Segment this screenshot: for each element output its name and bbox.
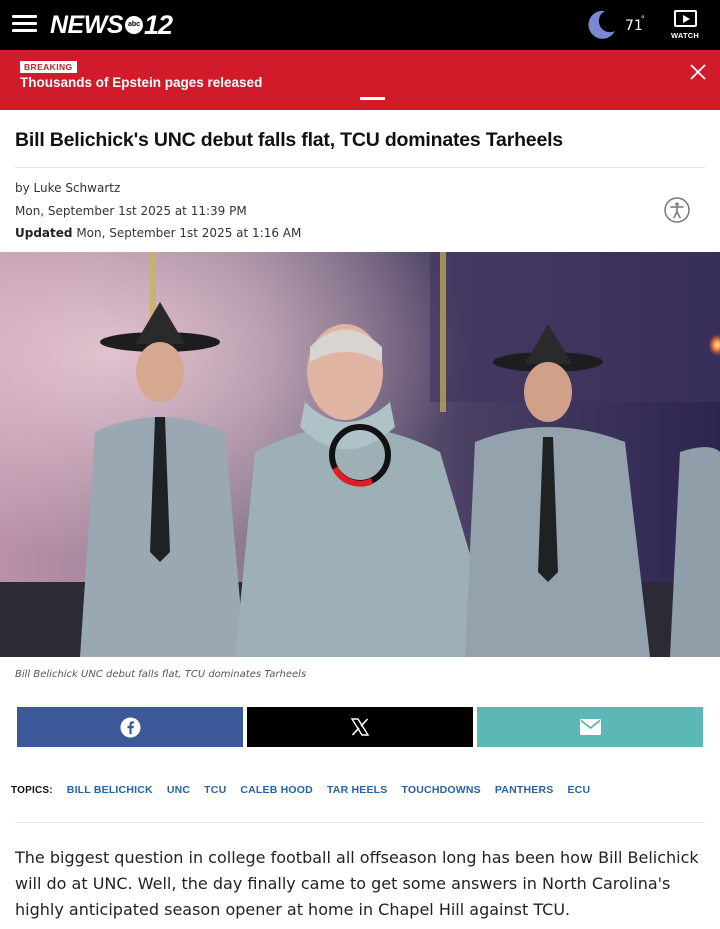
topic-link[interactable]: ECU: [567, 784, 590, 796]
x-icon: [350, 718, 370, 736]
email-icon: [579, 719, 601, 735]
menu-icon[interactable]: [12, 14, 38, 34]
updated-value: Mon, September 1st 2025 at 1:16 AM: [72, 226, 302, 240]
moon-icon: [588, 10, 615, 39]
carousel-indicator[interactable]: [360, 97, 385, 100]
hero-image: [0, 252, 720, 657]
topic-link[interactable]: CALEB HOOD: [240, 784, 313, 796]
weather-degree: °: [641, 14, 645, 24]
article-headline: Bill Belichick's UNC debut falls flat, T…: [15, 129, 563, 151]
topic-link[interactable]: TOUCHDOWNS: [401, 784, 480, 796]
updated-label: Updated: [15, 226, 73, 240]
close-icon[interactable]: [686, 60, 710, 84]
share-email-button[interactable]: [477, 707, 703, 747]
site-logo[interactable]: NEWS abc 12: [50, 9, 173, 40]
watch-label: WATCH: [671, 31, 699, 40]
article-byline[interactable]: by Luke Schwartz: [15, 181, 120, 195]
logo-abc-badge: abc: [125, 16, 143, 34]
breaking-tag: BREAKING: [20, 61, 77, 73]
play-icon: [673, 10, 697, 27]
topic-link[interactable]: PANTHERS: [495, 784, 554, 796]
topic-link[interactable]: BILL BELICHICK: [67, 784, 153, 796]
topic-link[interactable]: UNC: [167, 784, 190, 796]
logo-number: 12: [144, 9, 173, 40]
logo-news-text: NEWS: [50, 10, 124, 39]
weather-widget[interactable]: 71 °: [585, 8, 655, 42]
updated-date: Updated Mon, September 1st 2025 at 1:16 …: [15, 226, 301, 240]
watch-button[interactable]: WATCH: [664, 10, 706, 42]
divider: [15, 822, 705, 823]
site-header: NEWS abc 12 71 ° WATCH: [0, 0, 720, 50]
share-facebook-button[interactable]: [17, 707, 243, 747]
topic-link[interactable]: TAR HEELS: [327, 784, 388, 796]
topics-label: TOPICS:: [11, 784, 53, 796]
hero-video[interactable]: [0, 252, 720, 657]
share-x-button[interactable]: [247, 707, 473, 747]
article-body-paragraph: The biggest question in college football…: [15, 848, 699, 919]
breaking-headline[interactable]: Thousands of Epstein pages released: [20, 75, 262, 90]
facebook-icon: [119, 716, 141, 738]
topics-bar: TOPICS: BILL BELICHICK UNC TCU CALEB HOO…: [11, 784, 711, 796]
topic-link[interactable]: TCU: [204, 784, 226, 796]
breaking-news-banner[interactable]: BREAKING Thousands of Epstein pages rele…: [0, 50, 720, 110]
accessibility-icon[interactable]: [664, 197, 690, 223]
image-caption: Bill Belichick UNC debut falls flat, TCU…: [15, 669, 307, 680]
publish-date: Mon, September 1st 2025 at 11:39 PM: [15, 204, 247, 218]
divider: [15, 167, 705, 168]
